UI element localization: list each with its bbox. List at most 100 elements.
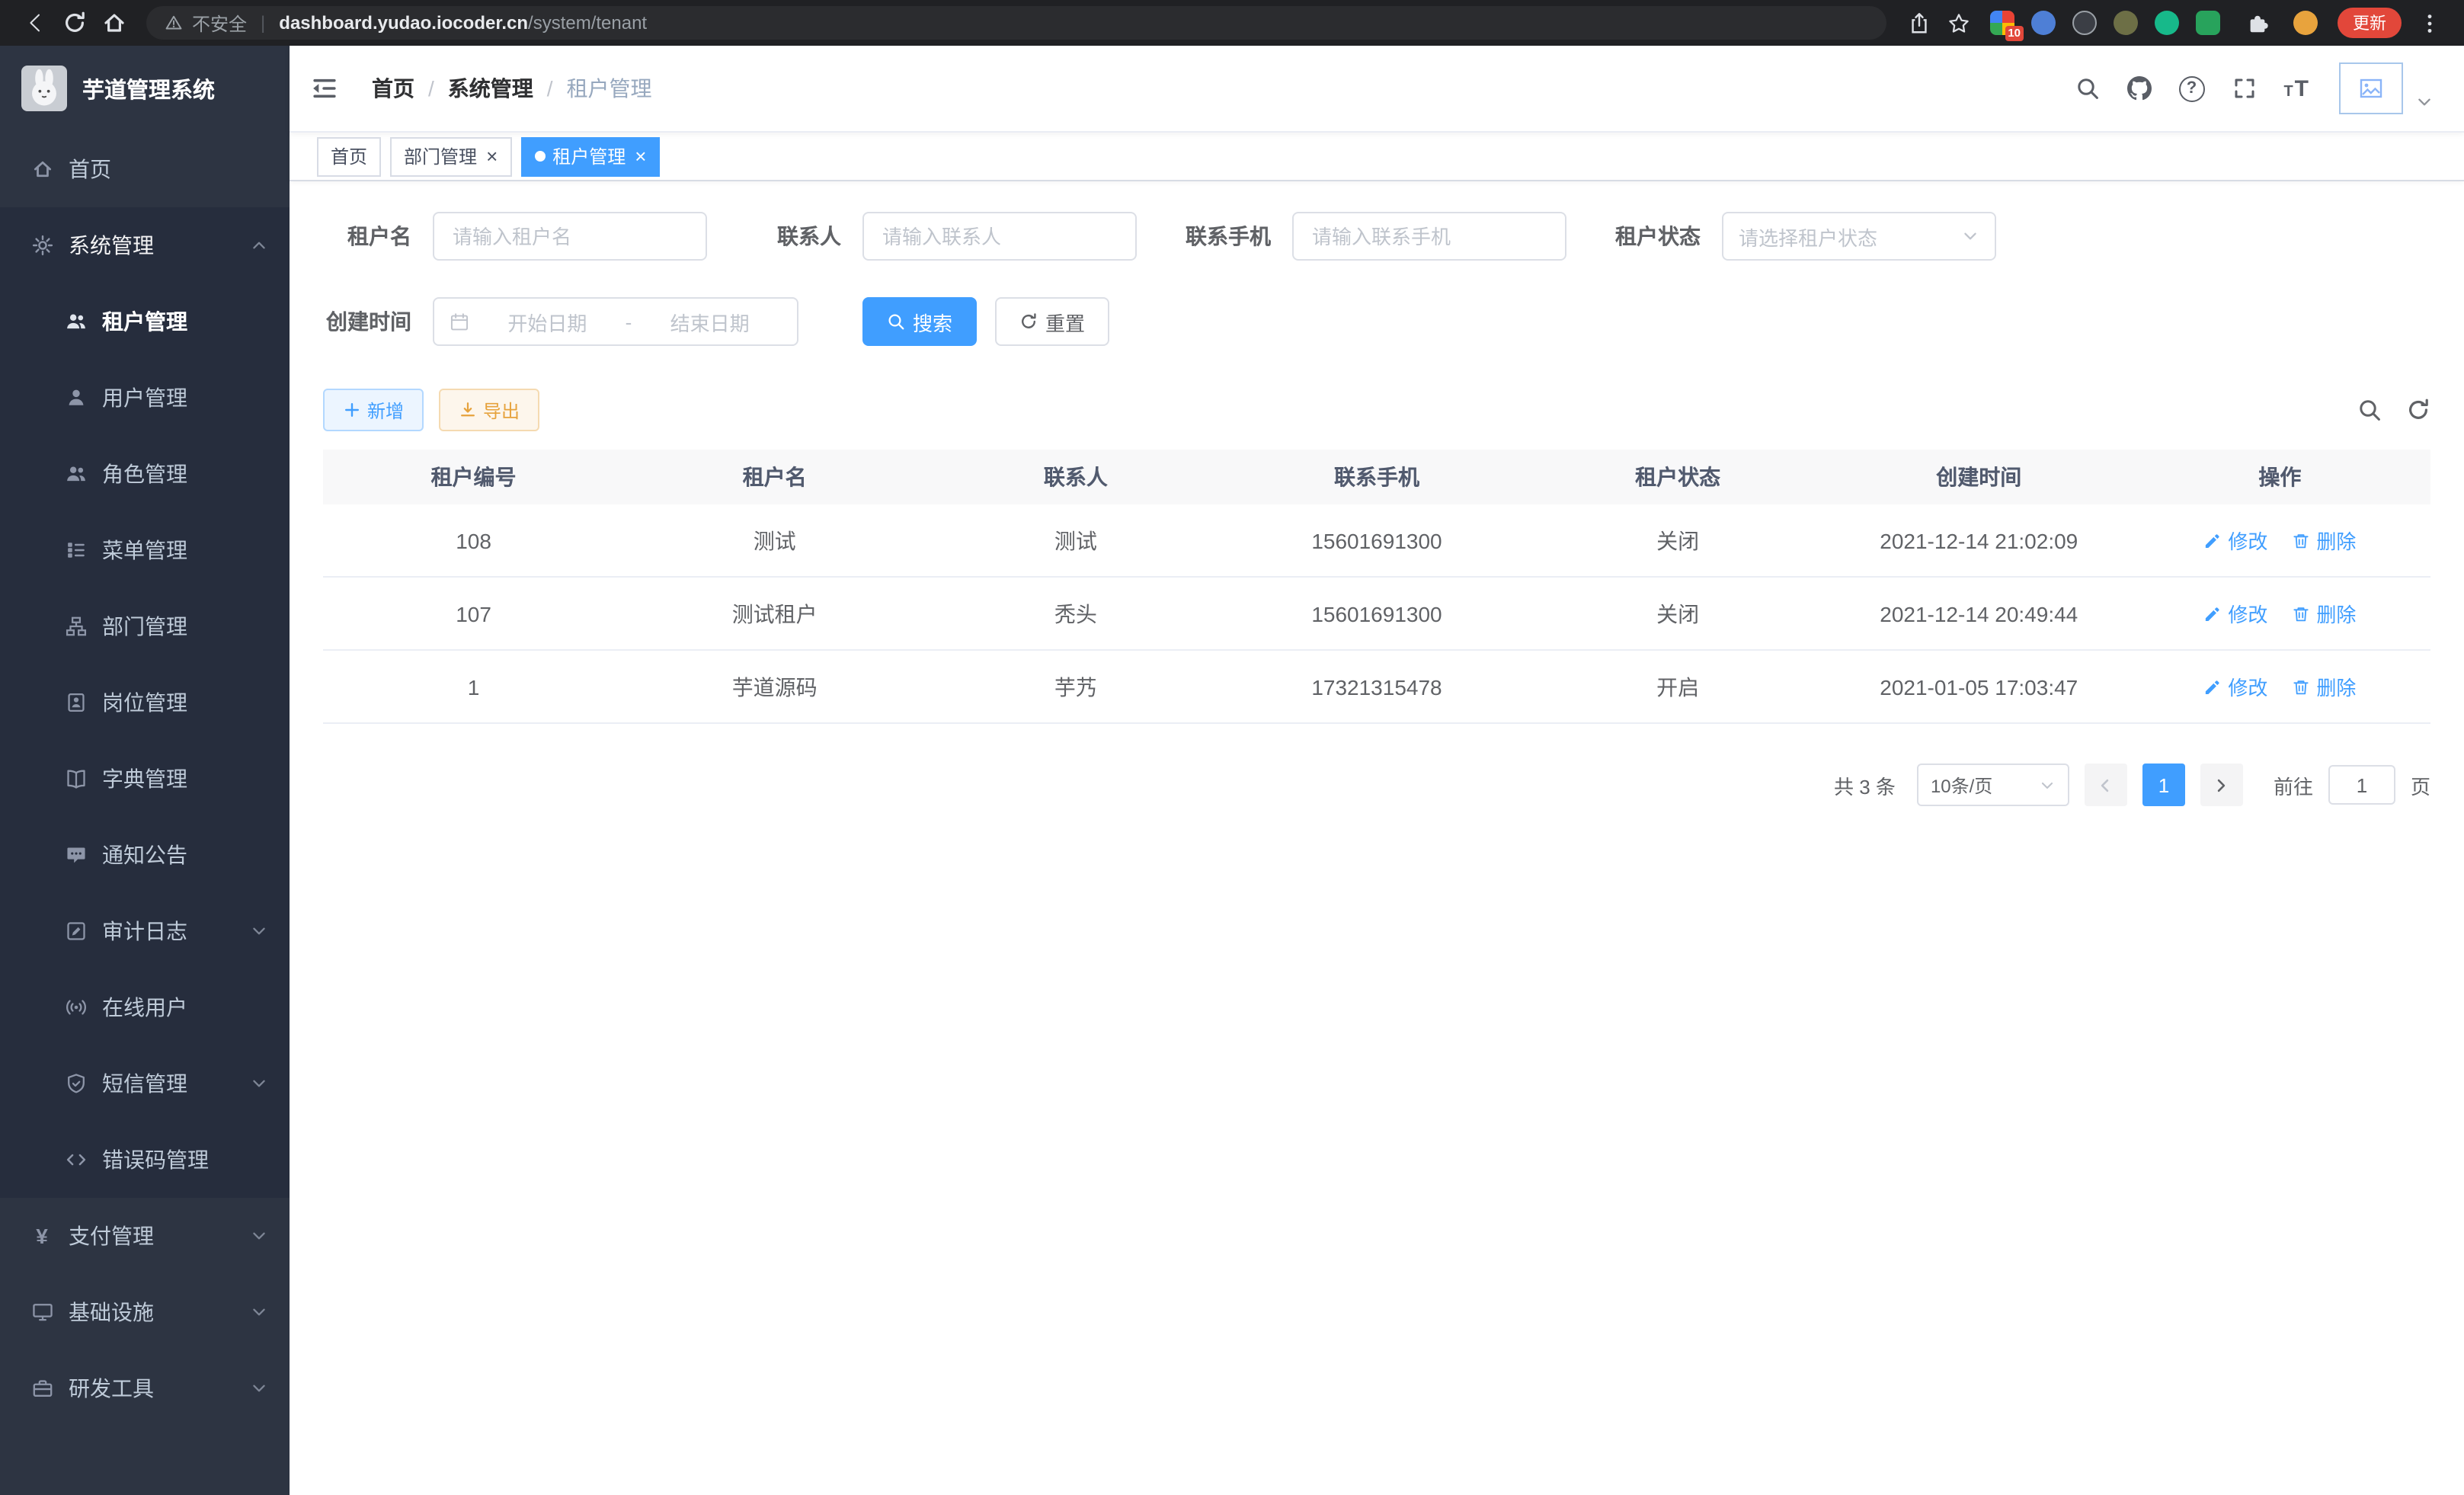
delete-link[interactable]: 删除 [2292,672,2356,701]
fullscreen-icon[interactable] [2232,76,2256,101]
tab-close-icon[interactable]: × [486,146,498,166]
chevron-down-icon [1961,227,1979,245]
sidebar-item-devtools[interactable]: 研发工具 [0,1350,290,1426]
cell-actions: 修改 删除 [2130,651,2430,722]
next-page-button[interactable] [2200,764,2243,806]
hamburger-icon[interactable] [311,75,338,102]
sidebar-item-sms[interactable]: 短信管理 [0,1045,290,1122]
tab-dept[interactable]: 部门管理× [390,136,511,176]
extension-icon-green[interactable] [2155,11,2179,35]
tab-label: 首页 [331,143,367,169]
tenant-name-label: 租户名 [323,221,411,251]
roles-icon [64,463,87,485]
github-icon[interactable] [2126,76,2151,101]
tenant-users-icon [64,310,87,333]
bookmark-star-icon[interactable] [1938,3,1978,43]
browser-home-icon[interactable] [94,3,134,43]
sidebar-item-user[interactable]: 用户管理 [0,360,290,436]
cell-status: 关闭 [1528,578,1829,649]
page-size-select[interactable]: 10条/页 [1917,764,2069,806]
header-actions: ? TT [2075,62,2434,114]
cell-tenant-id: 108 [323,504,624,576]
code-icon [64,1148,87,1171]
delete-link[interactable]: 删除 [2292,526,2356,555]
sidebar-item-tenant[interactable]: 租户管理 [0,283,290,360]
extension-icon-olive[interactable] [2114,11,2138,35]
user-avatar[interactable] [2339,62,2403,114]
cell-contact: 测试 [925,504,1226,576]
help-icon[interactable]: ? [2178,75,2204,101]
extension-icon-blue[interactable] [2031,11,2056,35]
sidebar-item-dept[interactable]: 部门管理 [0,588,290,664]
goto-page-input[interactable] [2328,765,2395,805]
org-tree-icon [64,615,87,638]
breadcrumb-home[interactable]: 首页 [372,73,414,104]
extensions-puzzle-icon[interactable] [2237,3,2277,43]
pencil-icon [2203,531,2222,549]
sidebar-item-payment[interactable]: ¥ 支付管理 [0,1198,290,1274]
cell-phone: 15601691300 [1226,578,1527,649]
sidebar-item-audit-log[interactable]: 审计日志 [0,893,290,969]
sidebar-item-menu[interactable]: 菜单管理 [0,512,290,588]
edit-link[interactable]: 修改 [2203,672,2267,701]
browser-extensions: 10 [1990,3,2318,43]
sidebar-item-system[interactable]: 系统管理 [0,207,290,283]
status-label: 租户状态 [1612,221,1701,251]
toggle-search-icon[interactable] [2357,398,2382,422]
app-title: 芋道管理系统 [82,72,215,104]
header-search-icon[interactable] [2075,76,2099,101]
sidebar-item-notice[interactable]: 通知公告 [0,817,290,893]
contact-input[interactable] [862,212,1137,261]
cell-created: 2021-12-14 20:49:44 [1829,578,2130,649]
pencil-icon [2203,677,2222,696]
filter-create-time: 创建时间 开始日期 - 结束日期 [323,297,798,346]
comment-icon [64,844,87,866]
search-button[interactable]: 搜索 [862,297,977,346]
breadcrumb: 首页 / 系统管理 / 租户管理 [372,73,652,104]
prev-page-button[interactable] [2085,764,2127,806]
extension-icon-colorful[interactable]: 10 [1990,11,2014,35]
chrome-update-button[interactable]: 更新 [2338,8,2402,38]
date-range-picker[interactable]: 开始日期 - 结束日期 [433,297,798,346]
delete-link[interactable]: 删除 [2292,599,2356,628]
sidebar-item-infra[interactable]: 基础设施 [0,1274,290,1350]
extension-icon-teal-square[interactable] [2196,11,2220,35]
sidebar-item-role[interactable]: 角色管理 [0,436,290,512]
status-select[interactable]: 请选择租户状态 [1722,212,1996,261]
chevron-left-icon [2096,775,2116,795]
font-size-icon[interactable]: TT [2283,75,2309,101]
chevron-up-icon [250,236,268,255]
address-bar[interactable]: 不安全 | dashboard.yudao.iocoder.cn/system/… [146,6,1886,40]
extension-icon-dark-ring[interactable] [2072,11,2097,35]
refresh-table-icon[interactable] [2406,398,2430,422]
page-number-button[interactable]: 1 [2142,764,2185,806]
browser-profile-avatar[interactable] [2293,11,2318,35]
browser-menu-dots-icon[interactable] [2409,3,2449,43]
edit-link[interactable]: 修改 [2203,599,2267,628]
status-select-placeholder: 请选择租户状态 [1739,222,1877,251]
sidebar-item-dict[interactable]: 字典管理 [0,741,290,817]
tenant-name-input[interactable] [433,212,707,261]
user-menu-caret-icon[interactable] [2415,93,2434,111]
content: 租户名 联系人 联系手机 租户状态 请选择租户状态 [290,181,2464,1495]
trash-icon [2292,604,2310,623]
trash-icon [2292,531,2310,549]
reset-button[interactable]: 重置 [995,297,1109,346]
share-icon[interactable] [1899,3,1938,43]
breadcrumb-system[interactable]: 系统管理 [448,73,533,104]
export-button[interactable]: 导出 [439,389,539,431]
edit-link[interactable]: 修改 [2203,526,2267,555]
phone-input[interactable] [1292,212,1566,261]
browser-back-icon[interactable] [15,3,55,43]
sidebar-item-online-user[interactable]: 在线用户 [0,969,290,1045]
broken-image-icon [2359,76,2383,101]
tab-home[interactable]: 首页 [317,136,381,176]
add-button[interactable]: 新增 [323,389,424,431]
tab-close-icon[interactable]: × [635,146,646,166]
search-icon [887,312,905,331]
sidebar-item-post[interactable]: 岗位管理 [0,664,290,741]
browser-refresh-icon[interactable] [55,3,94,43]
tab-tenant[interactable]: 租户管理× [520,136,660,176]
sidebar-item-error-code[interactable]: 错误码管理 [0,1122,290,1198]
sidebar-item-home[interactable]: 首页 [0,131,290,207]
